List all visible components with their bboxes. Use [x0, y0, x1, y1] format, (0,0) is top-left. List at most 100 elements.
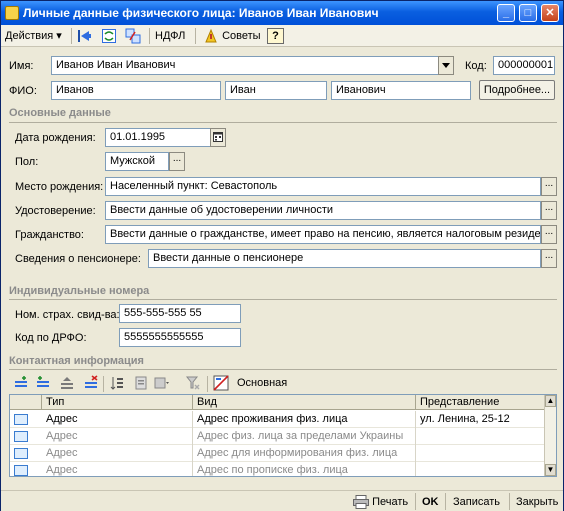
- column-header-icon: [10, 395, 42, 410]
- save-button[interactable]: Записать: [453, 494, 500, 510]
- print-label: Печать: [372, 496, 409, 508]
- table-cell-type: Адрес: [42, 445, 193, 462]
- clear-filter-icon[interactable]: [185, 374, 201, 392]
- toolbar-separator: [195, 28, 196, 44]
- ok-button[interactable]: OK: [422, 494, 439, 510]
- patronymic-input[interactable]: Иванович: [331, 81, 471, 100]
- address-icon: [14, 431, 28, 442]
- table-row[interactable]: Адрес Адрес по прописке физ. лица: [10, 462, 546, 476]
- table-cell-repr: [416, 445, 546, 462]
- pensioner-select-button[interactable]: ...: [541, 249, 557, 268]
- table-row[interactable]: Адрес Адрес физ. лица за пределами Украи…: [10, 428, 546, 445]
- name-label: Имя:: [9, 60, 34, 72]
- table-cell-repr: [416, 462, 546, 476]
- birthdate-input[interactable]: 01.01.1995: [105, 128, 213, 147]
- set-main-icon[interactable]: [213, 374, 229, 392]
- table-cell-type: Адрес: [42, 411, 193, 428]
- footer-separator: [415, 493, 416, 510]
- footer-separator: [509, 493, 510, 510]
- firstname-input[interactable]: Иван: [225, 81, 327, 100]
- pensioner-label: Сведения о пенсионере:: [15, 253, 141, 265]
- gender-label: Пол:: [15, 156, 39, 168]
- table-cell-repr: [416, 428, 546, 445]
- basic-section-title: Основные данные: [9, 107, 111, 119]
- toolbar: Действия ▾ НДФЛ Советы ?: [1, 25, 563, 47]
- surname-input[interactable]: Иванов: [51, 81, 221, 100]
- gender-select-button[interactable]: ...: [169, 152, 185, 171]
- calendar-button[interactable]: [210, 128, 226, 147]
- birthplace-label: Место рождения:: [15, 181, 104, 193]
- sort-icon[interactable]: [109, 374, 125, 392]
- column-header-kind[interactable]: Вид: [193, 395, 416, 410]
- snils-input[interactable]: 555-555-555 55: [119, 304, 241, 323]
- drfo-input[interactable]: 5555555555555: [119, 328, 241, 347]
- toolbar-separator: [103, 376, 104, 392]
- printer-icon: [353, 495, 369, 510]
- birthplace-select-button[interactable]: ...: [541, 177, 557, 196]
- code-input[interactable]: 000000001: [493, 56, 555, 75]
- citizenship-input[interactable]: Ввести данные о гражданстве, имеет право…: [105, 225, 541, 244]
- edit-contact-icon[interactable]: [59, 374, 75, 392]
- toolbar-separator: [71, 28, 72, 44]
- numbers-section-title: Индивидуальные номера: [9, 285, 150, 297]
- group-icon[interactable]: [133, 374, 149, 392]
- filter-dropdown-icon[interactable]: [153, 374, 169, 392]
- contacts-table: Тип Вид Представление Адрес Адрес прожив…: [9, 394, 557, 477]
- citizenship-select-button[interactable]: ...: [541, 225, 557, 244]
- table-cell-type: Адрес: [42, 462, 193, 476]
- name-dropdown-button[interactable]: [438, 56, 454, 75]
- actions-menu[interactable]: Действия ▾: [5, 27, 62, 45]
- column-header-repr[interactable]: Представление: [416, 395, 546, 410]
- gender-input[interactable]: Мужской: [105, 152, 169, 171]
- column-header-type[interactable]: Тип: [42, 395, 193, 410]
- name-input[interactable]: Иванов Иван Иванович: [51, 56, 453, 75]
- address-icon: [14, 448, 28, 459]
- birthplace-input[interactable]: Населенный пункт: Севастополь: [105, 177, 541, 196]
- contacts-section-title: Контактная информация: [9, 355, 144, 367]
- tips-label: Советы: [222, 30, 261, 42]
- copy-contact-icon[interactable]: [35, 374, 51, 392]
- toolbar-separator: [149, 28, 150, 44]
- close-button[interactable]: Закрыть: [516, 494, 558, 510]
- tips-icon: [205, 28, 217, 43]
- add-contact-icon[interactable]: [13, 374, 29, 392]
- table-row[interactable]: Адрес Адрес для информирования физ. лица: [10, 445, 546, 462]
- ndfl-button[interactable]: НДФЛ: [155, 27, 185, 45]
- back-arrow-icon[interactable]: [77, 27, 93, 45]
- id-document-input[interactable]: Ввести данные об удостоверении личности: [105, 201, 541, 220]
- help-button[interactable]: ?: [267, 28, 284, 44]
- section-divider: [9, 122, 557, 123]
- drfo-label: Код по ДРФО:: [15, 332, 87, 344]
- maximize-button[interactable]: □: [519, 4, 537, 22]
- pensioner-input[interactable]: Ввести данные о пенсионере: [148, 249, 541, 268]
- tips-button[interactable]: Советы: [203, 27, 261, 45]
- window-title: Личные данные физического лица: Иванов И…: [23, 6, 379, 20]
- snils-label: Ном. страх. свид-ва:: [15, 309, 120, 321]
- table-cell-kind: Адрес проживания физ. лица: [193, 411, 416, 428]
- minimize-button[interactable]: _: [497, 4, 515, 22]
- table-cell-kind: Адрес физ. лица за пределами Украины: [193, 428, 416, 445]
- code-label: Код:: [465, 60, 487, 72]
- refresh-icon[interactable]: [101, 27, 117, 45]
- table-cell-type: Адрес: [42, 428, 193, 445]
- footer-separator: [445, 493, 446, 510]
- address-icon: [14, 465, 28, 476]
- delete-contact-icon[interactable]: [83, 374, 99, 392]
- table-scrollbar[interactable]: ▲ ▼: [544, 395, 556, 476]
- table-cell-kind: Адрес для информирования физ. лица: [193, 445, 416, 462]
- chevron-down-icon: [442, 63, 450, 68]
- title-bar[interactable]: Личные данные физического лица: Иванов И…: [1, 1, 563, 25]
- address-icon: [14, 414, 28, 425]
- more-details-button[interactable]: Подробнее...: [479, 80, 555, 100]
- table-row[interactable]: Адрес Адрес проживания физ. лица ул. Лен…: [10, 411, 546, 428]
- set-main-label[interactable]: Основная: [237, 377, 287, 389]
- structure-icon[interactable]: [125, 27, 141, 45]
- citizenship-label: Гражданство:: [15, 229, 84, 241]
- form-footer: Печать OK Записать Закрыть: [1, 490, 563, 511]
- scroll-down-icon[interactable]: ▼: [545, 464, 556, 476]
- id-document-select-button[interactable]: ...: [541, 201, 557, 220]
- close-window-button[interactable]: ✕: [541, 4, 559, 22]
- birthdate-label: Дата рождения:: [15, 132, 96, 144]
- print-button[interactable]: Печать: [353, 494, 408, 510]
- scroll-up-icon[interactable]: ▲: [545, 395, 556, 407]
